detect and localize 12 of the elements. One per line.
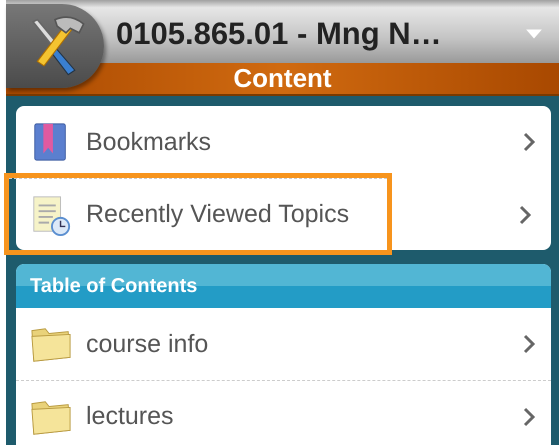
- menu-item[interactable]: Recently Viewed Topics: [9, 178, 387, 250]
- menu-item[interactable]: Bookmarks: [16, 106, 551, 178]
- caret-icon: [525, 28, 543, 40]
- chevron-right-icon: [523, 334, 535, 354]
- tools-logo[interactable]: [6, 4, 104, 88]
- section-title: Content: [233, 63, 332, 94]
- chevron-right-icon: [523, 132, 535, 152]
- chevron-right-icon: [519, 204, 531, 224]
- toc-item[interactable]: lectures: [16, 380, 551, 445]
- toc-item[interactable]: course info: [16, 308, 551, 380]
- toc-title: Table of Contents: [30, 274, 198, 298]
- chevron-right-icon: [523, 406, 535, 426]
